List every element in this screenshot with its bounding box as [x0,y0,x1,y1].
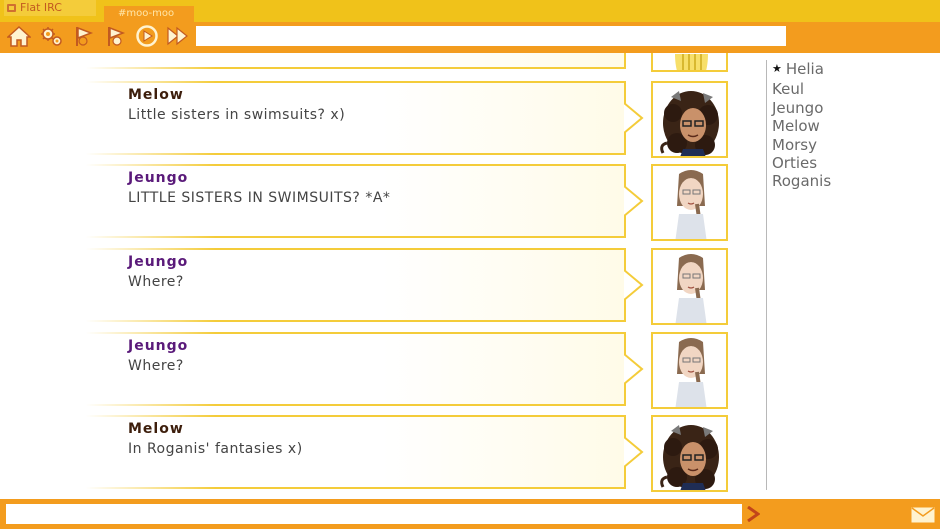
user-list-item[interactable]: Keul [772,80,936,98]
user-name: Roganis [772,172,832,191]
avatar-jeungo[interactable] [651,164,728,241]
user-list: ★ Helia Keul Jeungo Melow Morsy Orties Ro… [766,60,936,490]
message-nick[interactable]: Melow [128,421,184,437]
message-item: Jeungo Where? [0,332,760,412]
home-icon[interactable] [7,25,31,47]
message-text: In Roganis' fantasies x) [128,441,303,457]
fast-forward-icon[interactable] [166,25,190,47]
avatar [651,53,728,72]
user-name: Keul [772,80,804,99]
send-arrow-icon[interactable] [746,506,760,522]
avatar-melow[interactable] [651,81,728,158]
message-list[interactable]: Melow Little sisters in swimsuits? x) Je… [0,53,760,493]
user-list-item[interactable]: Morsy [772,136,936,154]
user-name: Melow [772,117,820,136]
topic-input[interactable] [196,26,786,46]
avatar-melow[interactable] [651,415,728,492]
message-item: Jeungo LITTLE SISTERS IN SWIMSUITS? *A* [0,164,760,244]
tab-server[interactable]: Flat IRC [4,0,96,16]
message-nick[interactable]: Melow [128,87,184,103]
message-input[interactable] [6,504,742,524]
bubble-pointer [624,354,644,384]
bubble-pointer [624,103,644,133]
mail-icon[interactable] [911,507,935,523]
gears-icon[interactable] [39,25,63,47]
message-text: Where? [128,274,184,290]
bubble-pointer [624,186,644,216]
user-name: Jeungo [772,98,824,117]
tab-bar: Flat IRC #moo-moo [0,0,940,22]
user-name: Morsy [772,135,817,154]
flag-icon[interactable] [72,25,96,47]
user-list-item[interactable]: Jeungo [772,99,936,117]
message-text: LITTLE SISTERS IN SWIMSUITS? *A* [128,190,391,206]
message-nick[interactable]: Jeungo [128,254,188,270]
message-item: Melow In Roganis' fantasies x) [0,415,760,493]
monitor-icon [7,4,16,12]
user-list-item[interactable]: Melow [772,117,936,135]
user-list-item[interactable]: ★ Helia [772,60,936,80]
user-name: Helia [785,60,824,78]
tab-server-label: Flat IRC [20,1,62,14]
message-nick[interactable]: Jeungo [128,170,188,186]
op-star-icon: ★ [772,62,782,75]
message-text: Little sisters in swimsuits? x) [128,107,346,123]
composer-bar [0,499,940,529]
bubble-pointer [624,437,644,467]
irc-client-window: Flat IRC #moo-moo Melow Little sisters i… [0,0,940,529]
message-item: Jeungo Where? [0,248,760,328]
flag-alt-icon[interactable] [104,25,128,47]
play-icon[interactable] [135,25,159,47]
avatar-jeungo[interactable] [651,332,728,409]
avatar-jeungo[interactable] [651,248,728,325]
tab-channel-label: #moo-moo [118,8,175,19]
toolbar [0,22,940,50]
user-list-item[interactable]: Orties [772,154,936,172]
tab-channel[interactable]: #moo-moo [104,6,194,22]
user-name: Orties [772,154,818,173]
bubble-pointer [624,270,644,300]
message-item: Melow Little sisters in swimsuits? x) [0,81,760,161]
message-nick[interactable]: Jeungo [128,338,188,354]
message-text: Where? [128,358,184,374]
user-list-item[interactable]: Roganis [772,172,936,190]
message-item [0,53,760,75]
